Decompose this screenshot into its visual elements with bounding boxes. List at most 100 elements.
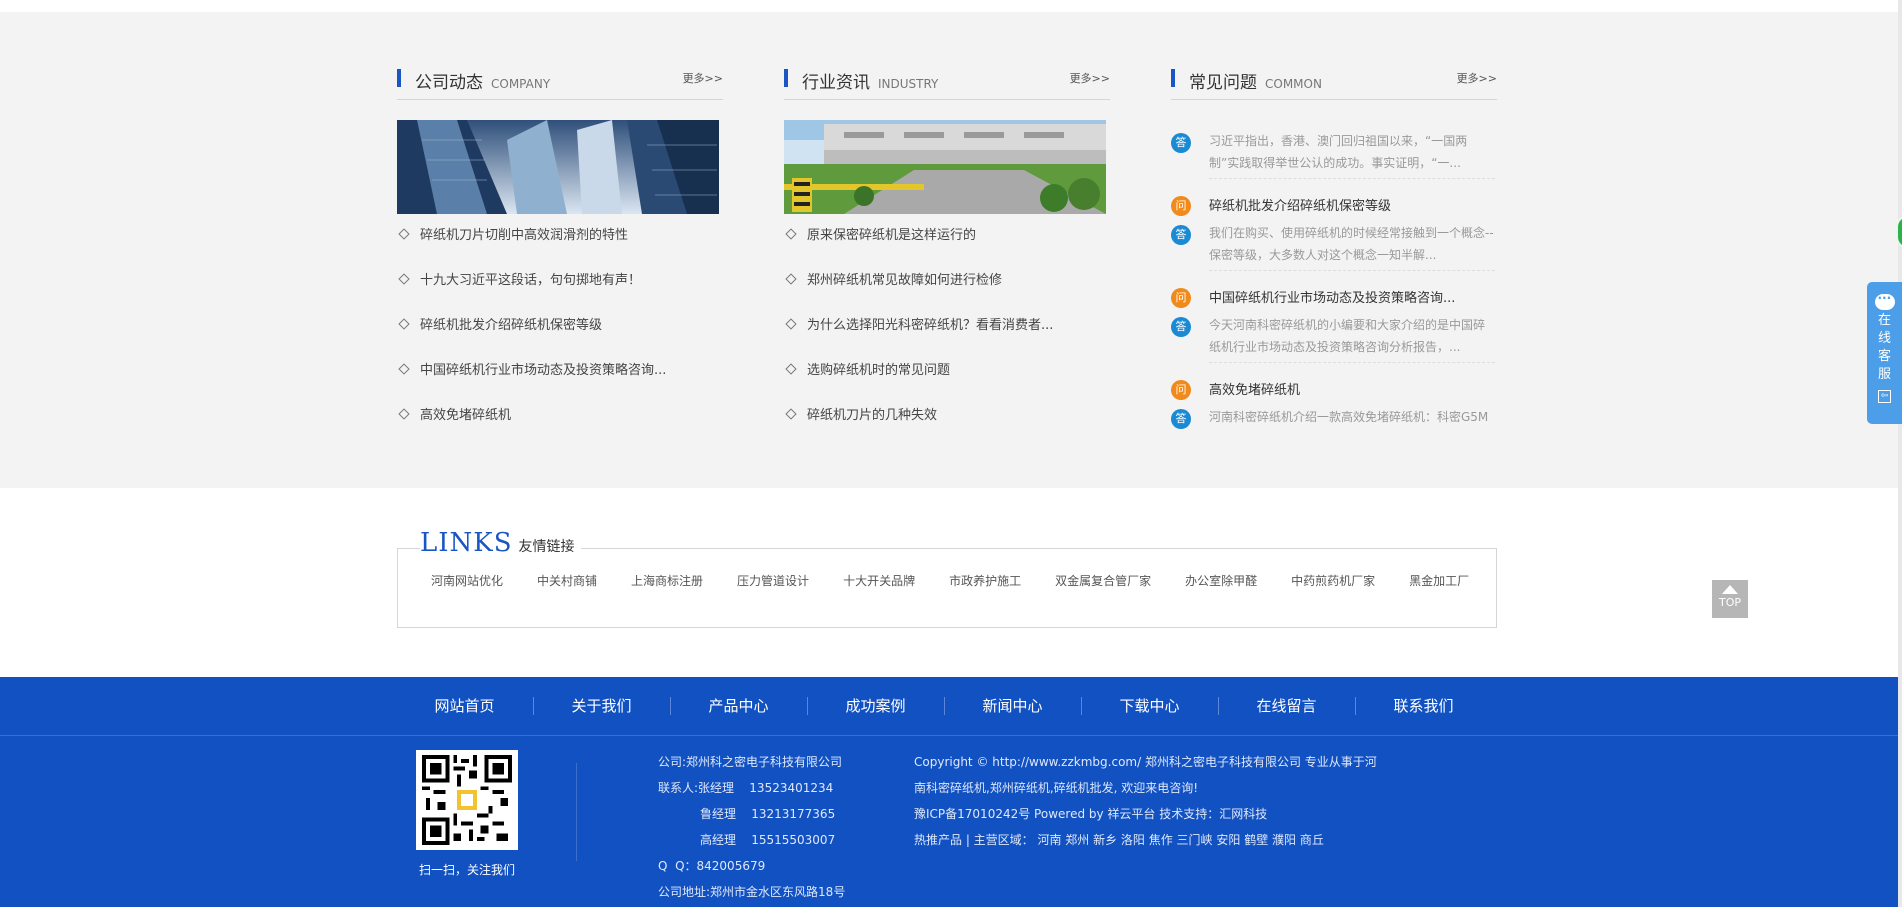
company-news-title-text: 公司动态 (415, 73, 483, 93)
answer-badge-icon: 答 (1171, 317, 1191, 337)
faq-answer: 答 我们在购买、使用碎纸机的时候经常接触到一个概念--保密等级，大多数人对这个概… (1171, 222, 1497, 271)
news-title: 碎纸机刀片的几种失效 (807, 408, 938, 423)
list-item[interactable]: 碎纸机批发介绍碎纸机保密等级 (397, 311, 723, 356)
company-news-subtitle: COMPANY (491, 77, 551, 91)
footer-nav-about[interactable]: 关于我们 (533, 677, 670, 735)
friend-link[interactable]: 中药煎药机厂家 (1291, 572, 1375, 589)
answer-text: 我们在购买、使用碎纸机的时候经常接触到一个概念--保密等级，大多数人对这个概念一… (1209, 222, 1495, 271)
links-title-cn: 友情链接 (518, 539, 575, 555)
top-label: TOP (1718, 596, 1741, 609)
list-item[interactable]: 碎纸机刀片切削中高效润滑剂的特性 (397, 221, 723, 266)
hot-products-line[interactable]: 热推产品 | 主营区域： 河南 郑州 新乡 洛阳 焦作 三门峡 安阳 鹤壁 濮阳… (914, 827, 1384, 853)
friend-link[interactable]: 市政养护施工 (949, 572, 1021, 589)
footer-divider (0, 735, 1898, 736)
faq-question[interactable]: 问 中国碎纸机行业市场动态及投资策略咨询... (1171, 283, 1497, 314)
title-accent-bar (1171, 69, 1175, 87)
title-accent-bar (784, 69, 788, 87)
copyright-line: 南科密碎纸机,郑州碎纸机,碎纸机批发, 欢迎来电咨询! (914, 781, 1199, 795)
industry-news-more-link[interactable]: 更多>> (1070, 70, 1110, 86)
footer-vertical-divider (576, 763, 577, 861)
industry-news-image[interactable] (784, 120, 1106, 214)
diamond-bullet-icon (398, 363, 410, 375)
arrow-up-icon (1722, 585, 1738, 594)
footer-nav-message[interactable]: 在线留言 (1218, 677, 1355, 735)
diamond-bullet-icon (785, 318, 797, 330)
friend-link[interactable]: 十大开关品牌 (843, 572, 915, 589)
list-item[interactable]: 中国碎纸机行业市场动态及投资策略咨询... (397, 356, 723, 401)
friend-link[interactable]: 河南网站优化 (431, 572, 503, 589)
diamond-bullet-icon (785, 408, 797, 420)
news-title: 高效免堵碎纸机 (420, 408, 512, 423)
news-title: 十九大习近平这段话，句句掷地有声！ (420, 273, 642, 288)
chat-bubble-icon (1874, 291, 1895, 310)
footer-nav-downloads[interactable]: 下载中心 (1081, 677, 1218, 735)
question-text: 高效免堵碎纸机 (1209, 383, 1301, 398)
faq-title-text: 常见问题 (1189, 73, 1257, 93)
footer-nav-home[interactable]: 网站首页 (396, 677, 533, 735)
industry-news-subtitle: INDUSTRY (878, 77, 939, 91)
contact-qq: Q Q：842005679 (658, 859, 766, 873)
diamond-bullet-icon (398, 228, 410, 240)
footer-nav: 网站首页 关于我们 产品中心 成功案例 新闻中心 下载中心 在线留言 联系我们 (396, 677, 1492, 735)
friend-link[interactable]: 双金属复合管厂家 (1055, 572, 1151, 589)
footer-nav-cases[interactable]: 成功案例 (807, 677, 944, 735)
diamond-bullet-icon (398, 273, 410, 285)
industry-news-column: 行业资讯 INDUSTRY 更多>> 原来保密碎纸机是这样运行的 郑州碎纸机常见… (784, 64, 1110, 423)
skyscraper-image (397, 120, 719, 214)
footer-nav-contact[interactable]: 联系我们 (1355, 677, 1492, 735)
answer-text: 今天河南科密碎纸机的小编要和大家介绍的是中国碎纸机行业市场动态及投资策略咨询分析… (1209, 314, 1495, 363)
copyright-line: Copyright © http://www.zzkmbg.com/ 郑州科之密… (914, 755, 1377, 769)
footer-nav-news[interactable]: 新闻中心 (944, 677, 1081, 735)
list-item[interactable]: 选购碎纸机时的常见问题 (784, 356, 1110, 401)
faq-list: 答 习近平指出，香港、澳门回归祖国以来，“一国两制”实践取得举世公认的成功。事实… (1171, 120, 1497, 432)
company-news-more-link[interactable]: 更多>> (683, 70, 723, 86)
answer-badge-icon: 答 (1171, 409, 1191, 429)
friend-link[interactable]: 办公室除甲醛 (1185, 572, 1257, 589)
faq-column: 常见问题 COMMON 更多>> 答 习近平指出，香港、澳门回归祖国以来，“一国两… (1171, 64, 1497, 429)
list-item[interactable]: 原来保密碎纸机是这样运行的 (784, 221, 1110, 266)
footer: 网站首页 关于我们 产品中心 成功案例 新闻中心 下载中心 在线留言 联系我们 (0, 677, 1898, 907)
faq-answer: 答 河南科密碎纸机介绍一款高效免堵碎纸机：科密G5M (1171, 406, 1497, 432)
list-item[interactable]: 碎纸机刀片的几种失效 (784, 401, 1110, 446)
friend-links-row: 河南网站优化 中关村商铺 上海商标注册 压力管道设计 十大开关品牌 市政养护施工… (397, 572, 1497, 589)
icp-line[interactable]: 豫ICP备17010242号 Powered by 祥云平台 技术支持：汇网科技 (914, 801, 1384, 827)
industry-news-list: 原来保密碎纸机是这样运行的 郑州碎纸机常见故障如何进行检修 为什么选择阳光科密碎… (784, 221, 1110, 446)
faq-answer: 答 今天河南科密碎纸机的小编要和大家介绍的是中国碎纸机行业市场动态及投资策略咨询… (1171, 314, 1497, 363)
friend-links-title: LINKS 友情链接 (420, 528, 581, 558)
answer-text: 河南科密碎纸机介绍一款高效免堵碎纸机：科密G5M (1209, 406, 1495, 432)
answer-badge-icon: 答 (1171, 225, 1191, 245)
contact-person: 联系人:张经理 13523401234 (658, 781, 834, 795)
list-item[interactable]: 高效免堵碎纸机 (397, 401, 723, 446)
faq-title: 常见问题 COMMON (1189, 68, 1322, 93)
friend-link[interactable]: 黑金加工厂 (1409, 572, 1469, 589)
friend-link[interactable]: 压力管道设计 (737, 572, 809, 589)
industry-news-title: 行业资讯 INDUSTRY (802, 68, 938, 93)
contact-person: 鲁经理 13213177365 (658, 807, 836, 821)
faq-question[interactable]: 问 高效免堵碎纸机 (1171, 375, 1497, 406)
news-title: 郑州碎纸机常见故障如何进行检修 (807, 273, 1003, 288)
page: 公司动态 COMPANY 更多>> 碎纸机刀片切削中高效润滑剂的特性 十九大习近… (0, 0, 1902, 907)
faq-subtitle: COMMON (1265, 77, 1322, 91)
online-service-label: 在 线 客 服 (1878, 312, 1892, 384)
online-service-button[interactable]: 在 线 客 服 ⇦ (1867, 282, 1902, 424)
diamond-bullet-icon (785, 363, 797, 375)
scrollbar[interactable] (1898, 0, 1902, 907)
friend-link[interactable]: 上海商标注册 (631, 572, 703, 589)
company-news-image[interactable] (397, 120, 719, 214)
back-to-top-button[interactable]: TOP (1712, 580, 1748, 618)
friend-link[interactable]: 中关村商铺 (537, 572, 597, 589)
footer-nav-products[interactable]: 产品中心 (670, 677, 807, 735)
qr-code-icon (422, 755, 512, 845)
list-item[interactable]: 十九大习近平这段话，句句掷地有声！ (397, 266, 723, 311)
news-title: 中国碎纸机行业市场动态及投资策略咨询... (420, 363, 667, 378)
faq-more-link[interactable]: 更多>> (1457, 70, 1497, 86)
list-item[interactable]: 为什么选择阳光科密碎纸机？看看消费者... (784, 311, 1110, 356)
diamond-bullet-icon (785, 228, 797, 240)
contact-company: 公司:郑州科之密电子科技有限公司 (658, 755, 843, 769)
copyright-info: Copyright © http://www.zzkmbg.com/ 郑州科之密… (914, 749, 1384, 853)
contact-address: 公司地址:郑州市金水区东风路18号 (658, 885, 846, 899)
industry-news-header: 行业资讯 INDUSTRY 更多>> (784, 64, 1110, 100)
faq-question[interactable]: 问 碎纸机批发介绍碎纸机保密等级 (1171, 191, 1497, 222)
list-item[interactable]: 郑州碎纸机常见故障如何进行检修 (784, 266, 1110, 311)
company-news-column: 公司动态 COMPANY 更多>> 碎纸机刀片切削中高效润滑剂的特性 十九大习近… (397, 64, 723, 423)
